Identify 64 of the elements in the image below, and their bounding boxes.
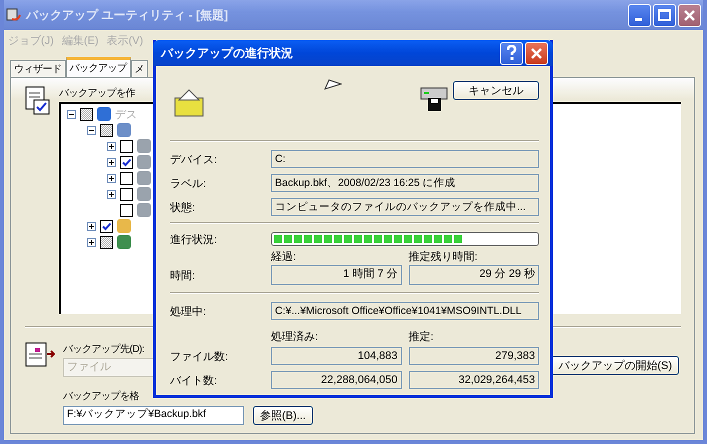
help-button[interactable] <box>500 42 523 64</box>
maximize-button[interactable] <box>653 4 676 26</box>
expand-toggle[interactable] <box>87 222 96 230</box>
processed-field: 104,883 <box>271 347 402 365</box>
remaining-label: 推定残り時間: <box>408 250 479 264</box>
processing-field: C:¥...¥Microsoft Office¥Office¥1041¥MSO9INTL.DLL <box>271 302 539 320</box>
dialog-title: バックアップの進行状況 <box>161 44 294 62</box>
folder-icon <box>173 88 205 118</box>
processed-field: 22,288,064,050 <box>271 371 402 389</box>
collapse-toggle[interactable] <box>67 110 76 118</box>
document-arrow-icon <box>25 342 55 368</box>
cancel-button[interactable]: キャンセル <box>453 81 539 100</box>
tab[interactable]: メ <box>130 60 148 77</box>
browse-button[interactable]: 参照(B)... <box>253 406 313 425</box>
estimated-field: 279,383 <box>408 347 539 365</box>
expand-toggle[interactable] <box>107 190 116 198</box>
remaining-field: 29 分 29 秒 <box>408 265 539 285</box>
close-button[interactable] <box>678 4 701 26</box>
tree-checkbox[interactable] <box>120 156 133 168</box>
tree-checkbox[interactable] <box>120 204 133 216</box>
time-label: 時間: <box>170 269 196 284</box>
media-label: バックアップを格 <box>63 390 139 403</box>
tab[interactable]: バックアップ <box>66 57 130 77</box>
tree-checkbox[interactable] <box>120 140 133 152</box>
backup-app-icon <box>6 7 22 23</box>
tree-checkbox[interactable] <box>120 188 133 200</box>
collapse-toggle[interactable] <box>87 126 96 134</box>
elapsed-label: 経過: <box>271 250 298 264</box>
count-label: バイト数: <box>170 374 218 388</box>
count-label: ファイル数: <box>170 350 230 364</box>
close-icon <box>531 48 542 58</box>
tape-drive-icon <box>420 86 448 112</box>
field-label: ラベル: <box>170 176 208 190</box>
field-label: 状態: <box>170 200 196 214</box>
estimated-field: 32,029,264,453 <box>408 371 539 389</box>
readonly-field: Backup.bkf、2008/02/23 16:25 に作成 <box>271 174 539 192</box>
path-field[interactable]: F:¥バックアップ¥Backup.bkf <box>63 406 244 425</box>
readonly-field: コンピュータのファイルのバックアップを作成中... <box>271 198 539 216</box>
close-icon <box>684 10 695 20</box>
window-title: バックアップ ユーティリティ - [無題] <box>26 6 229 24</box>
maximize-icon <box>658 9 671 21</box>
minimize-icon <box>634 18 642 20</box>
expand-toggle[interactable] <box>107 158 116 166</box>
start-backup-button[interactable]: バックアップの開始(S) <box>551 356 679 375</box>
destination-label: バックアップ先(D): <box>63 342 144 356</box>
checklist-icon <box>25 86 51 116</box>
minimize-button[interactable] <box>628 4 651 26</box>
tree-checkbox[interactable] <box>120 172 133 184</box>
expand-toggle[interactable] <box>87 238 96 246</box>
tree-label: バックアップを作 <box>59 86 135 100</box>
expand-toggle[interactable] <box>107 142 116 150</box>
close-button[interactable] <box>525 42 548 64</box>
tab[interactable]: ウィザード <box>10 60 66 77</box>
help-icon <box>506 45 516 61</box>
processed-label: 処理済み: <box>271 330 320 344</box>
tree-checkbox[interactable] <box>100 220 113 232</box>
elapsed-field: 1 時間 7 分 <box>271 265 402 285</box>
expand-toggle[interactable] <box>107 174 116 182</box>
flying-paper-icon <box>324 79 342 91</box>
field-label: デバイス: <box>170 152 218 166</box>
progress-label: 進行状況: <box>170 232 218 246</box>
processing-label: 処理中: <box>170 304 208 318</box>
readonly-field: C: <box>271 150 539 168</box>
estimated-label: 推定: <box>408 330 435 344</box>
